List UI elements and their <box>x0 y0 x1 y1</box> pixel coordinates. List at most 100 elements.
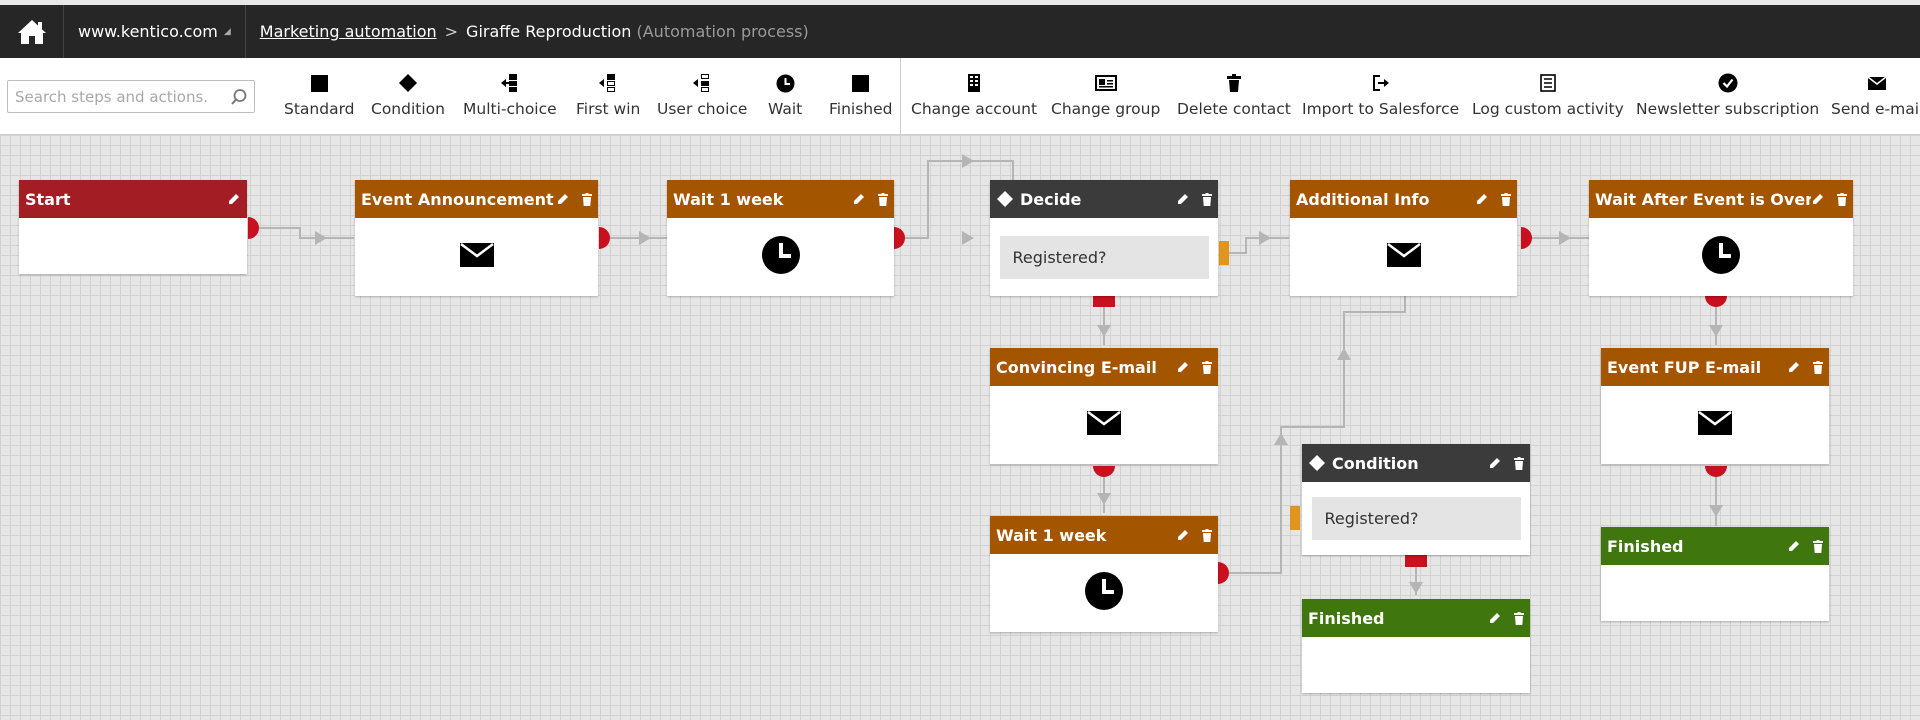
multi-choice-icon <box>500 72 520 94</box>
caret-down-icon: ◢ <box>223 26 231 37</box>
node-wait-after-event[interactable]: Wait After Event is Over <box>1589 180 1853 296</box>
edit-icon[interactable] <box>852 192 866 206</box>
node-title: Decide <box>1020 189 1082 209</box>
id-card-icon <box>1094 72 1117 94</box>
node-condition[interactable]: Condition Registered? <box>1302 444 1530 555</box>
node-body: Registered? <box>990 218 1218 296</box>
step-label: Finished <box>829 100 893 118</box>
node-header: Decide <box>990 180 1218 218</box>
condition-text: Registered? <box>999 235 1209 279</box>
node-header: Condition <box>1302 444 1530 482</box>
node-wait-1-week-2[interactable]: Wait 1 week <box>990 516 1218 632</box>
edit-icon[interactable] <box>1787 360 1801 374</box>
delete-icon[interactable] <box>582 192 592 206</box>
edit-icon[interactable] <box>1475 192 1489 206</box>
diamond-icon <box>398 72 418 94</box>
delete-icon[interactable] <box>1202 192 1212 206</box>
node-body <box>990 386 1218 464</box>
action-log-custom-activity[interactable]: Log custom activity <box>1472 72 1624 122</box>
node-title: Additional Info <box>1296 189 1430 209</box>
delete-icon[interactable] <box>1813 539 1823 553</box>
delete-icon[interactable] <box>878 192 888 206</box>
delete-icon[interactable] <box>1813 360 1823 374</box>
list-icon <box>1540 72 1556 94</box>
node-title: Wait After Event is Over <box>1595 189 1811 209</box>
node-header: Convincing E-mail <box>990 348 1218 386</box>
node-additional-info[interactable]: Additional Info <box>1290 180 1517 296</box>
edit-icon[interactable] <box>556 192 570 206</box>
step-condition[interactable]: Condition <box>371 72 445 122</box>
node-body <box>667 218 894 296</box>
workflow-canvas[interactable]: Start Event Announcement Wait 1 week Dec… <box>0 135 1920 720</box>
edit-icon[interactable] <box>227 192 241 206</box>
envelope-icon <box>459 243 494 271</box>
node-body <box>355 218 598 296</box>
node-convincing-email[interactable]: Convincing E-mail <box>990 348 1218 464</box>
delete-icon[interactable] <box>1202 360 1212 374</box>
site-name: www.kentico.com <box>78 22 218 41</box>
edit-icon[interactable] <box>1176 528 1190 542</box>
action-change-group[interactable]: Change group <box>1051 72 1160 122</box>
node-title: Finished <box>1607 536 1684 556</box>
action-newsletter-subscription[interactable]: Newsletter subscription <box>1636 72 1819 122</box>
delete-icon[interactable] <box>1514 456 1524 470</box>
edit-icon[interactable] <box>1488 456 1502 470</box>
edit-icon[interactable] <box>1176 360 1190 374</box>
node-header: Start <box>19 180 247 218</box>
node-decide[interactable]: Decide Registered? <box>990 180 1218 296</box>
step-user-choice[interactable]: User choice <box>657 72 747 122</box>
action-import-to-salesforce[interactable]: Import to Salesforce <box>1302 72 1459 122</box>
trash-icon <box>1226 72 1241 94</box>
home-button[interactable] <box>0 5 64 58</box>
node-body <box>1601 386 1829 464</box>
step-label: User choice <box>657 100 748 118</box>
diamond-icon <box>1308 454 1326 472</box>
action-label: Import to Salesforce <box>1302 100 1460 118</box>
node-title: Condition <box>1332 453 1419 473</box>
search-box <box>7 80 255 113</box>
edit-icon[interactable] <box>1176 192 1190 206</box>
step-standard[interactable]: Standard <box>284 72 355 122</box>
node-event-announcement[interactable]: Event Announcement <box>355 180 598 296</box>
action-send-email[interactable]: Send e-mail <box>1831 72 1920 122</box>
site-selector[interactable]: www.kentico.com ◢ <box>64 5 246 58</box>
step-finished[interactable]: Finished <box>829 72 893 122</box>
clock-icon <box>1084 571 1124 615</box>
edit-icon[interactable] <box>1787 539 1801 553</box>
node-title: Start <box>25 189 71 209</box>
condition-text: Registered? <box>1311 497 1521 540</box>
first-win-icon <box>598 72 618 94</box>
breadcrumb-marketing-automation[interactable]: Marketing automation <box>260 22 437 41</box>
check-circle-icon <box>1718 72 1738 94</box>
node-event-fup-email[interactable]: Event FUP E-mail <box>1601 348 1829 464</box>
node-finished-1[interactable]: Finished <box>1302 599 1530 693</box>
node-title: Event Announcement <box>361 189 554 209</box>
envelope-icon <box>1087 411 1121 439</box>
clock-icon <box>1701 235 1741 279</box>
delete-icon[interactable] <box>1514 611 1524 625</box>
search-icon[interactable] <box>224 88 254 106</box>
node-finished-2[interactable]: Finished <box>1601 527 1829 621</box>
search-input[interactable] <box>8 87 224 106</box>
edit-icon[interactable] <box>1488 611 1502 625</box>
node-wait-1-week[interactable]: Wait 1 week <box>667 180 894 296</box>
action-delete-contact[interactable]: Delete contact <box>1177 72 1291 122</box>
node-start[interactable]: Start <box>19 180 247 274</box>
node-title: Finished <box>1308 608 1385 628</box>
step-multi-choice[interactable]: Multi-choice <box>463 72 557 122</box>
square-icon <box>852 72 870 94</box>
delete-icon[interactable] <box>1202 528 1212 542</box>
delete-icon[interactable] <box>1837 192 1847 206</box>
step-wait[interactable]: Wait <box>768 72 802 122</box>
delete-icon[interactable] <box>1501 192 1511 206</box>
node-title: Wait 1 week <box>996 525 1107 545</box>
edit-icon[interactable] <box>1811 192 1825 206</box>
node-header: Event Announcement <box>355 180 598 218</box>
step-first-win[interactable]: First win <box>576 72 640 122</box>
diamond-icon <box>996 190 1014 208</box>
false-handles <box>1219 241 1300 530</box>
envelope-icon <box>1868 72 1887 94</box>
toolbar: Standard Condition Multi-choice First wi… <box>0 58 1920 135</box>
building-icon <box>967 72 981 94</box>
action-change-account[interactable]: Change account <box>911 72 1037 122</box>
